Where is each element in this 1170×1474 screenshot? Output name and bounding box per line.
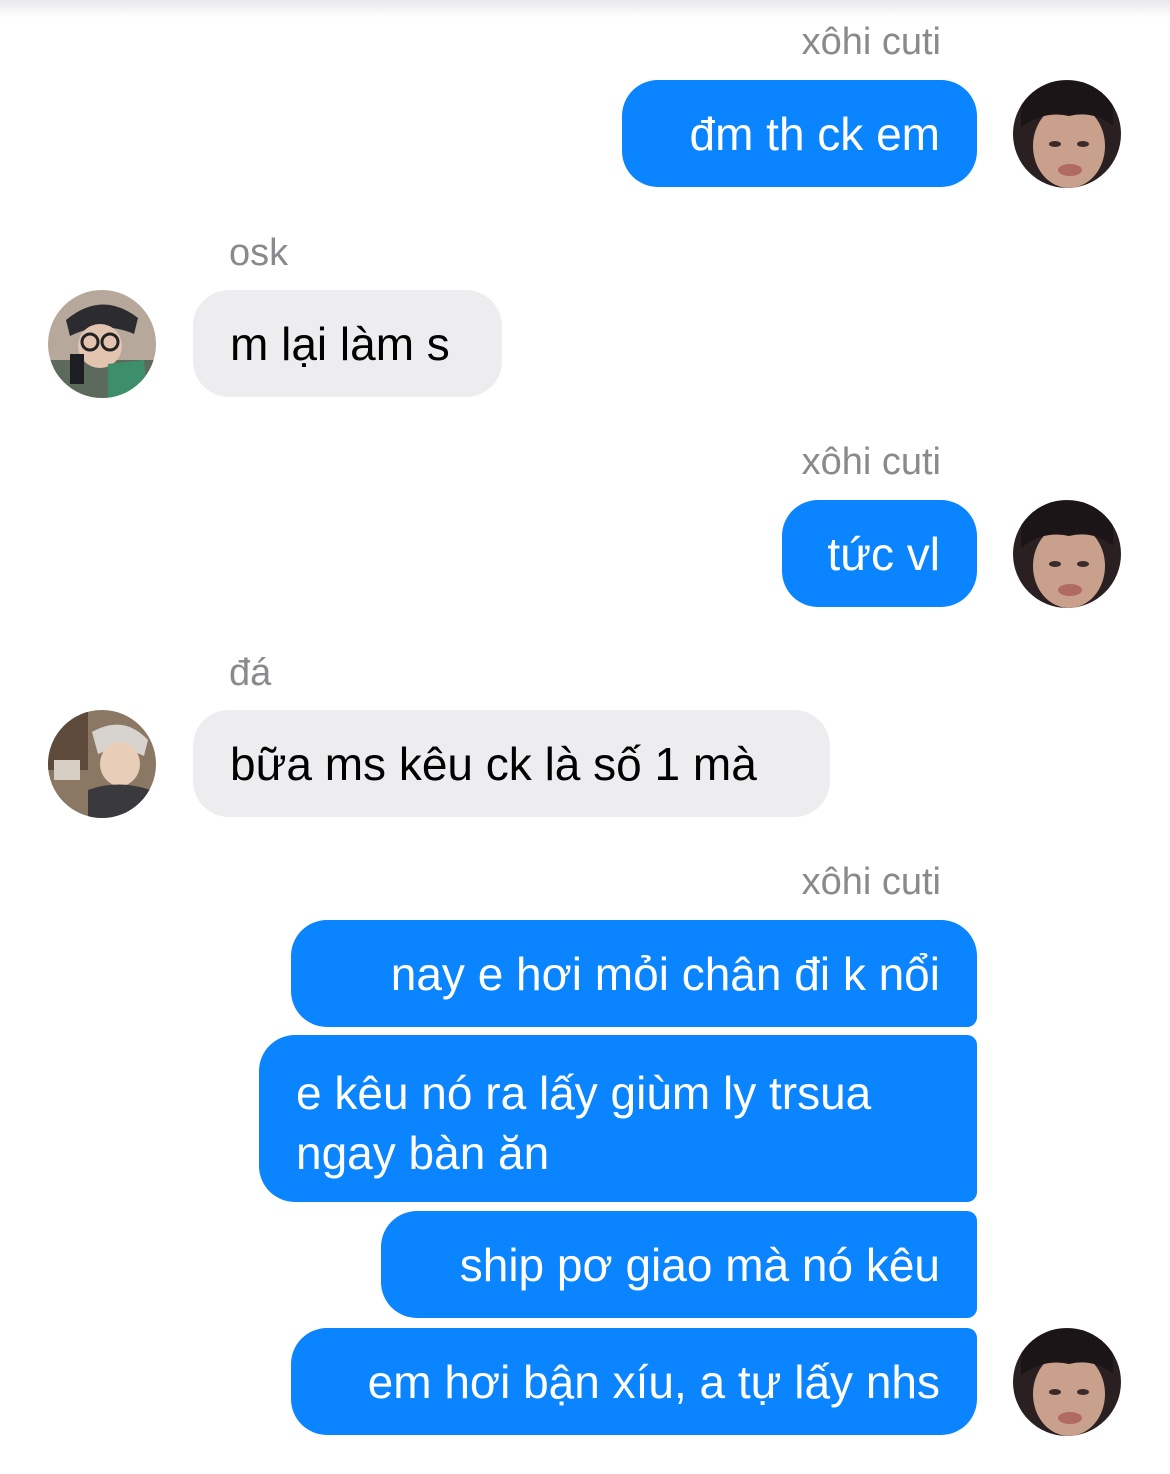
top-edge-shadow: [0, 0, 1170, 18]
message-bubble-outgoing[interactable]: em hơi bận xíu, a tự lấy nhs: [291, 1328, 977, 1435]
avatar-face-image: [1013, 500, 1121, 608]
avatar-face-image: [1013, 80, 1121, 188]
sender-name-xohi: xôhi cuti: [801, 861, 941, 903]
message-bubble-outgoing[interactable]: e kêu nó ra lấy giùm ly trsua ngay bàn ă…: [259, 1035, 977, 1202]
sender-name-osk: osk: [229, 232, 289, 274]
avatar-osk[interactable]: [48, 290, 156, 398]
message-bubble-incoming[interactable]: bữa ms kêu ck là số 1 mà: [193, 710, 830, 817]
avatar-face-image: [1013, 1328, 1121, 1436]
message-bubble-incoming[interactable]: m lại làm s: [193, 290, 502, 397]
avatar-person-image: [48, 290, 156, 398]
message-bubble-outgoing[interactable]: nay e hơi mỏi chân đi k nổi: [291, 920, 977, 1027]
avatar-xohi[interactable]: [1013, 500, 1121, 608]
sender-name-xohi: xôhi cuti: [801, 441, 941, 483]
avatar-person-image: [48, 710, 156, 818]
sender-name-da: đá: [229, 652, 272, 694]
message-bubble-outgoing[interactable]: ship pơ giao mà nó kêu: [381, 1211, 977, 1318]
sender-name-xohi: xôhi cuti: [801, 21, 941, 63]
message-bubble-outgoing[interactable]: tức vl: [782, 500, 977, 607]
message-bubble-outgoing[interactable]: đm th ck em: [622, 80, 977, 187]
avatar-xohi[interactable]: [1013, 1328, 1121, 1436]
avatar-da[interactable]: [48, 710, 156, 818]
avatar-xohi[interactable]: [1013, 80, 1121, 188]
